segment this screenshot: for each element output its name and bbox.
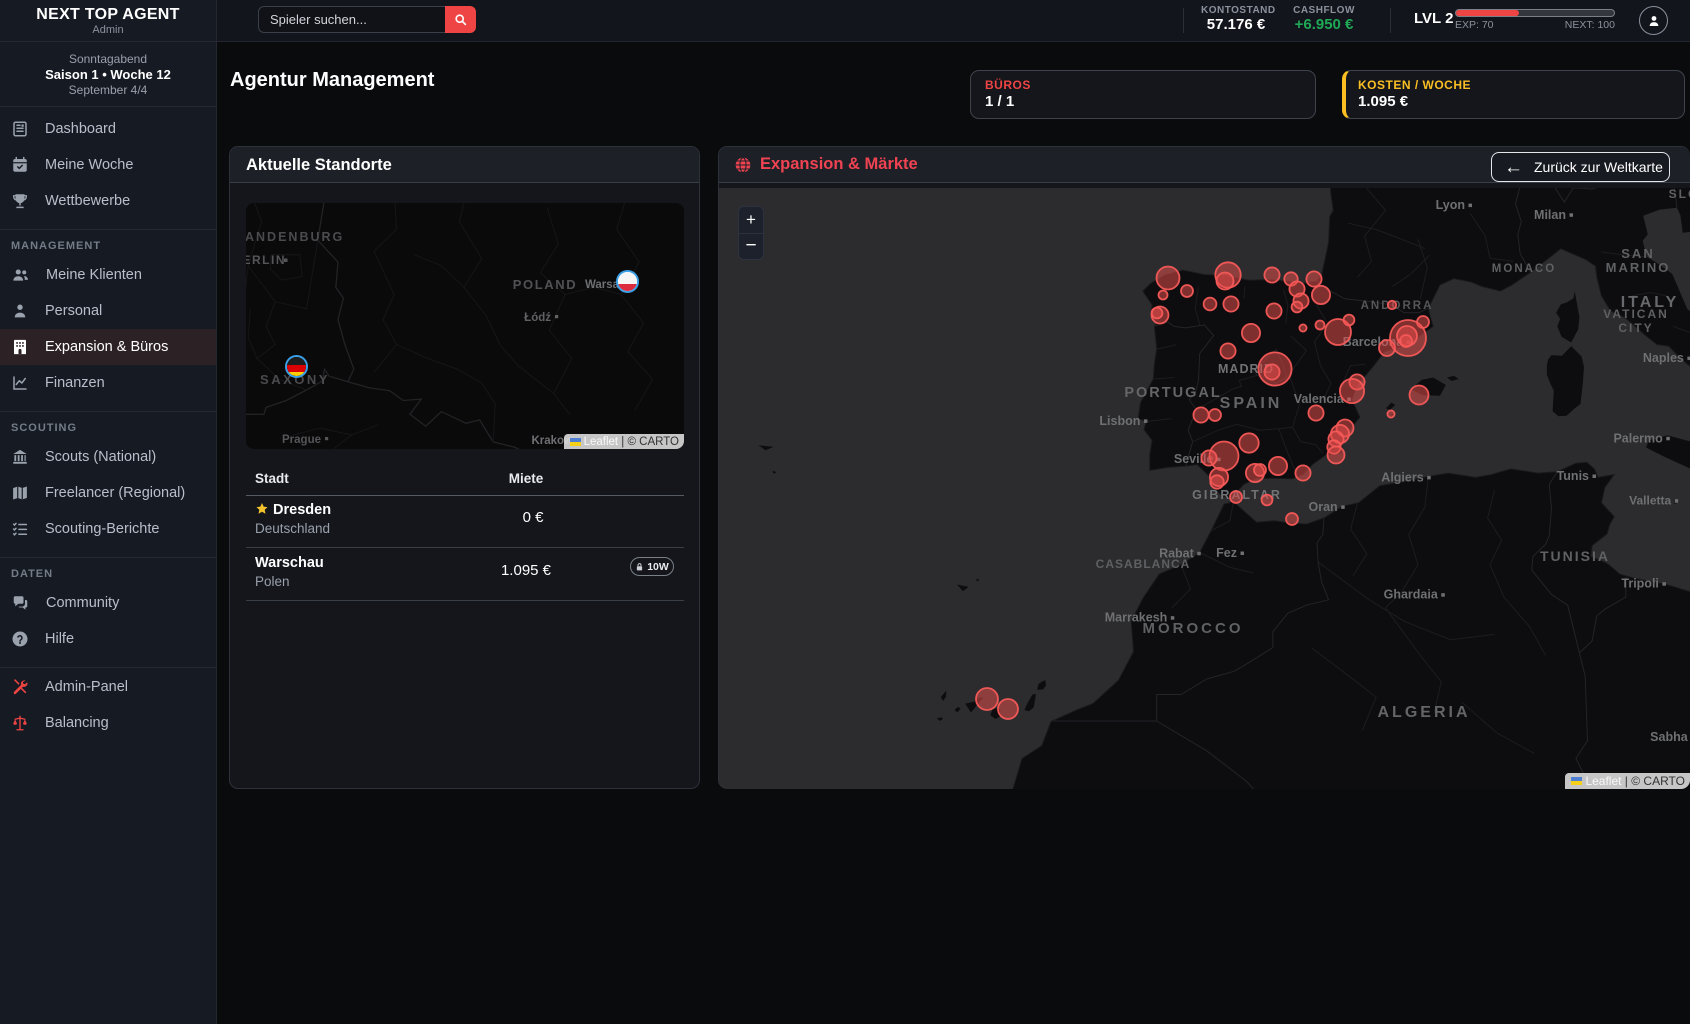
svg-text:Tripoli: Tripoli — [1621, 577, 1659, 591]
svg-text:MONACO: MONACO — [1492, 263, 1556, 275]
svg-text:BERLIN: BERLIN — [246, 253, 286, 267]
svg-text:SPAIN: SPAIN — [1220, 395, 1283, 412]
svg-text:Łódź: Łódź — [524, 312, 551, 324]
svg-text:ANDENBURG: ANDENBURG — [246, 230, 344, 244]
svg-text:Ghardaia: Ghardaia — [1384, 588, 1439, 602]
svg-text:Valletta: Valletta — [1629, 494, 1671, 508]
svg-text:CASABLANCA: CASABLANCA — [1096, 557, 1191, 571]
svg-text:SAN: SAN — [1621, 246, 1654, 261]
svg-text:Tunis: Tunis — [1557, 469, 1589, 483]
svg-text:SLO: SLO — [1669, 188, 1690, 201]
svg-text:Sabha: Sabha — [1650, 730, 1689, 744]
svg-text:Palermo: Palermo — [1613, 431, 1663, 445]
svg-text:POLAND: POLAND — [513, 277, 578, 292]
svg-text:MARINO: MARINO — [1606, 260, 1671, 275]
svg-text:VATICAN: VATICAN — [1603, 307, 1669, 321]
svg-text:Prague: Prague — [282, 434, 321, 446]
svg-text:Lisbon: Lisbon — [1099, 414, 1140, 428]
svg-text:PORTUGAL: PORTUGAL — [1124, 385, 1221, 401]
svg-text:Oran: Oran — [1309, 500, 1338, 514]
svg-text:Algiers: Algiers — [1381, 470, 1423, 484]
svg-text:Fez: Fez — [1216, 546, 1237, 560]
svg-text:Lyon: Lyon — [1436, 198, 1465, 212]
svg-text:Valencia: Valencia — [1294, 392, 1345, 406]
svg-text:Milan: Milan — [1534, 208, 1566, 222]
svg-text:ALGERIA: ALGERIA — [1378, 704, 1471, 721]
svg-text:MOROCCO: MOROCCO — [1143, 620, 1244, 637]
svg-text:Naples: Naples — [1643, 351, 1684, 365]
svg-text:TUNISIA: TUNISIA — [1540, 548, 1610, 564]
svg-text:CITY: CITY — [1618, 321, 1653, 335]
